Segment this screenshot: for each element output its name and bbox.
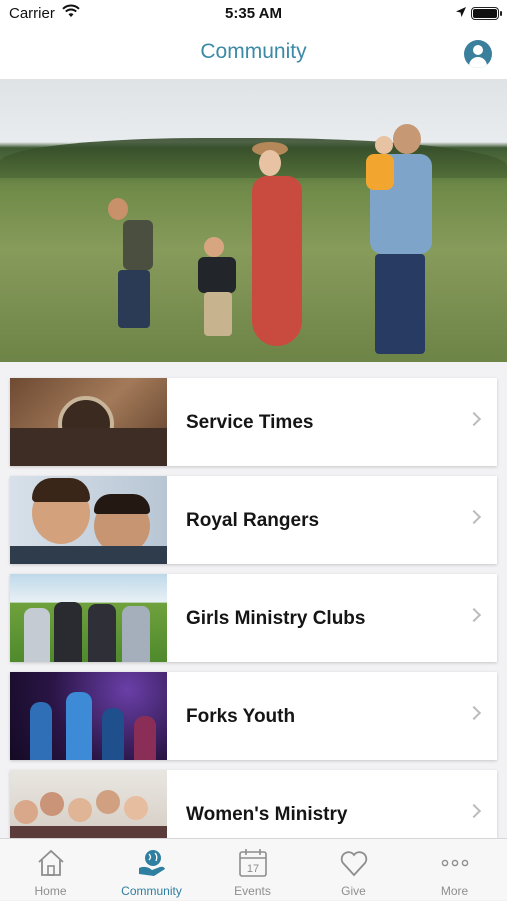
list-item-label: Service Times bbox=[186, 412, 314, 433]
list-item-girls-ministry-clubs[interactable]: Girls Ministry Clubs bbox=[10, 574, 497, 662]
list-item-label: Forks Youth bbox=[186, 706, 296, 727]
tab-community[interactable]: Community bbox=[101, 839, 202, 901]
profile-icon[interactable] bbox=[464, 40, 492, 68]
heart-icon bbox=[340, 851, 368, 877]
chevron-right-icon bbox=[466, 705, 482, 721]
list-item-label: Girls Ministry Clubs bbox=[186, 608, 366, 629]
tab-bar: Home Community 17 Events Give More bbox=[0, 838, 507, 900]
tab-label: Give bbox=[341, 884, 366, 898]
location-arrow-icon bbox=[455, 5, 467, 22]
wristwatch-photo bbox=[10, 378, 167, 466]
calendar-icon: 17 bbox=[239, 849, 267, 877]
tab-home[interactable]: Home bbox=[0, 839, 101, 901]
house-icon bbox=[38, 849, 64, 876]
tab-label: More bbox=[440, 884, 469, 898]
list-item-forks-youth[interactable]: Forks Youth bbox=[10, 672, 497, 760]
tab-more[interactable]: More bbox=[404, 839, 505, 901]
chevron-right-icon bbox=[466, 803, 482, 819]
list-item-service-times[interactable]: Service Times bbox=[10, 378, 497, 466]
tab-label: Community bbox=[121, 884, 182, 898]
list-item-label: Royal Rangers bbox=[186, 510, 320, 531]
girls-heart-hands-photo bbox=[10, 574, 167, 662]
chevron-right-icon bbox=[466, 509, 482, 525]
tab-give[interactable]: Give bbox=[303, 839, 404, 901]
tab-label: Events bbox=[234, 884, 271, 898]
nav-bar: Community bbox=[0, 28, 507, 80]
battery-icon bbox=[471, 7, 502, 20]
hero-image bbox=[0, 80, 507, 362]
chevron-right-icon bbox=[466, 607, 482, 623]
globe-hands-icon bbox=[139, 850, 165, 876]
boys-smiling-photo bbox=[10, 476, 167, 564]
ellipsis-icon bbox=[441, 859, 469, 867]
ministry-list: Service Times Royal Rangers Girls Minist… bbox=[10, 378, 497, 868]
chevron-right-icon bbox=[466, 411, 482, 427]
calendar-date: 17 bbox=[247, 863, 259, 875]
page-title: Community bbox=[200, 40, 307, 63]
tab-label: Home bbox=[34, 884, 67, 898]
list-item-label: Women's Ministry bbox=[186, 804, 348, 825]
list-item-royal-rangers[interactable]: Royal Rangers bbox=[10, 476, 497, 564]
status-bar: Carrier 5:35 AM bbox=[0, 0, 507, 28]
youth-worship-photo bbox=[10, 672, 167, 760]
tab-events[interactable]: 17 Events bbox=[202, 839, 303, 901]
clock: 5:35 AM bbox=[225, 5, 282, 22]
